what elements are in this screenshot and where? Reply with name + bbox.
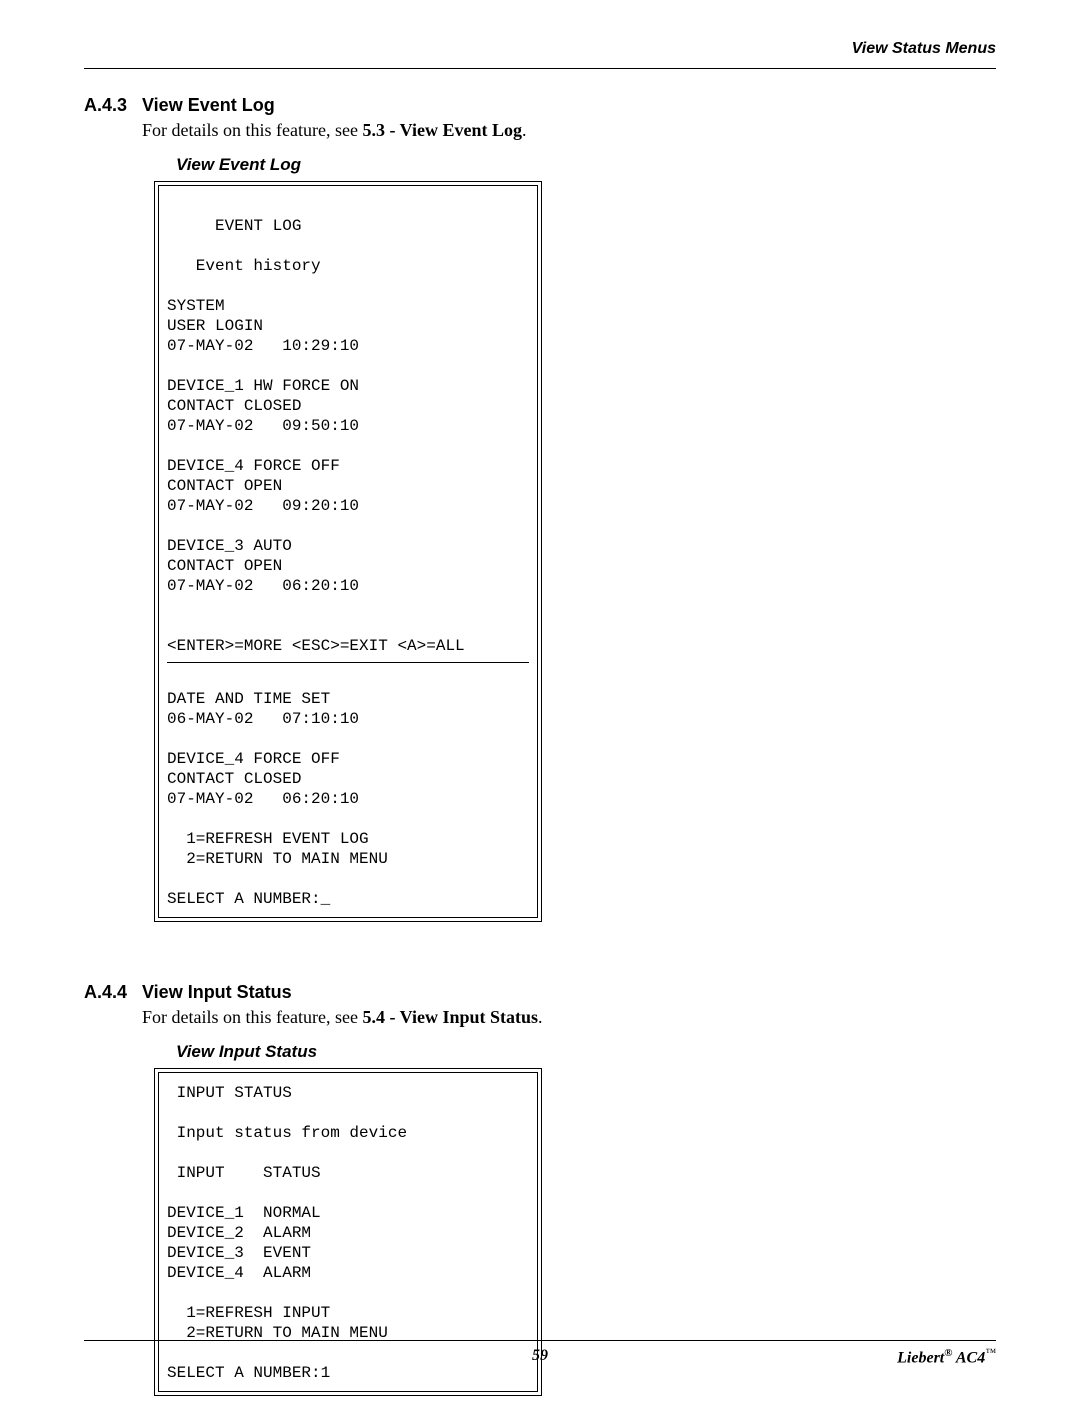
- event-log-entries-bottom: DATE AND TIME SET 06-MAY-02 07:10:10 DEV…: [167, 690, 388, 908]
- intro-prefix: For details on this feature, see: [142, 120, 362, 140]
- intro-ref: 5.3 - View Event Log: [362, 120, 522, 140]
- input-status-body: INPUT STATUS Input status from device IN…: [167, 1084, 407, 1382]
- intro-suffix: .: [522, 120, 527, 140]
- intro-suffix-2: .: [538, 1007, 543, 1027]
- event-log-header: EVENT LOG: [167, 217, 301, 235]
- event-log-box-title: View Event Log: [176, 155, 996, 175]
- footer: 59 Liebert® AC4™: [84, 1340, 996, 1367]
- event-log-subtitle: Event history: [167, 257, 321, 275]
- section-title-a44: View Input Status: [142, 982, 292, 1003]
- event-log-divider: [167, 662, 529, 663]
- event-log-entries-top: SYSTEM USER LOGIN 07-MAY-02 10:29:10 DEV…: [167, 297, 465, 655]
- event-log-screen: EVENT LOG Event history SYSTEM USER LOGI…: [154, 181, 542, 922]
- section-number-a43: A.4.3: [84, 95, 142, 116]
- section-intro-a44: For details on this feature, see 5.4 - V…: [142, 1007, 996, 1028]
- input-status-box-title: View Input Status: [176, 1042, 996, 1062]
- page-number: 59: [84, 1347, 996, 1365]
- section-title-a43: View Event Log: [142, 95, 275, 116]
- section-intro-a43: For details on this feature, see 5.3 - V…: [142, 120, 996, 141]
- intro-prefix-2: For details on this feature, see: [142, 1007, 362, 1027]
- intro-ref-2: 5.4 - View Input Status: [362, 1007, 538, 1027]
- header-title: View Status Menus: [84, 40, 996, 64]
- section-number-a44: A.4.4: [84, 982, 142, 1003]
- header-rule: [84, 68, 996, 69]
